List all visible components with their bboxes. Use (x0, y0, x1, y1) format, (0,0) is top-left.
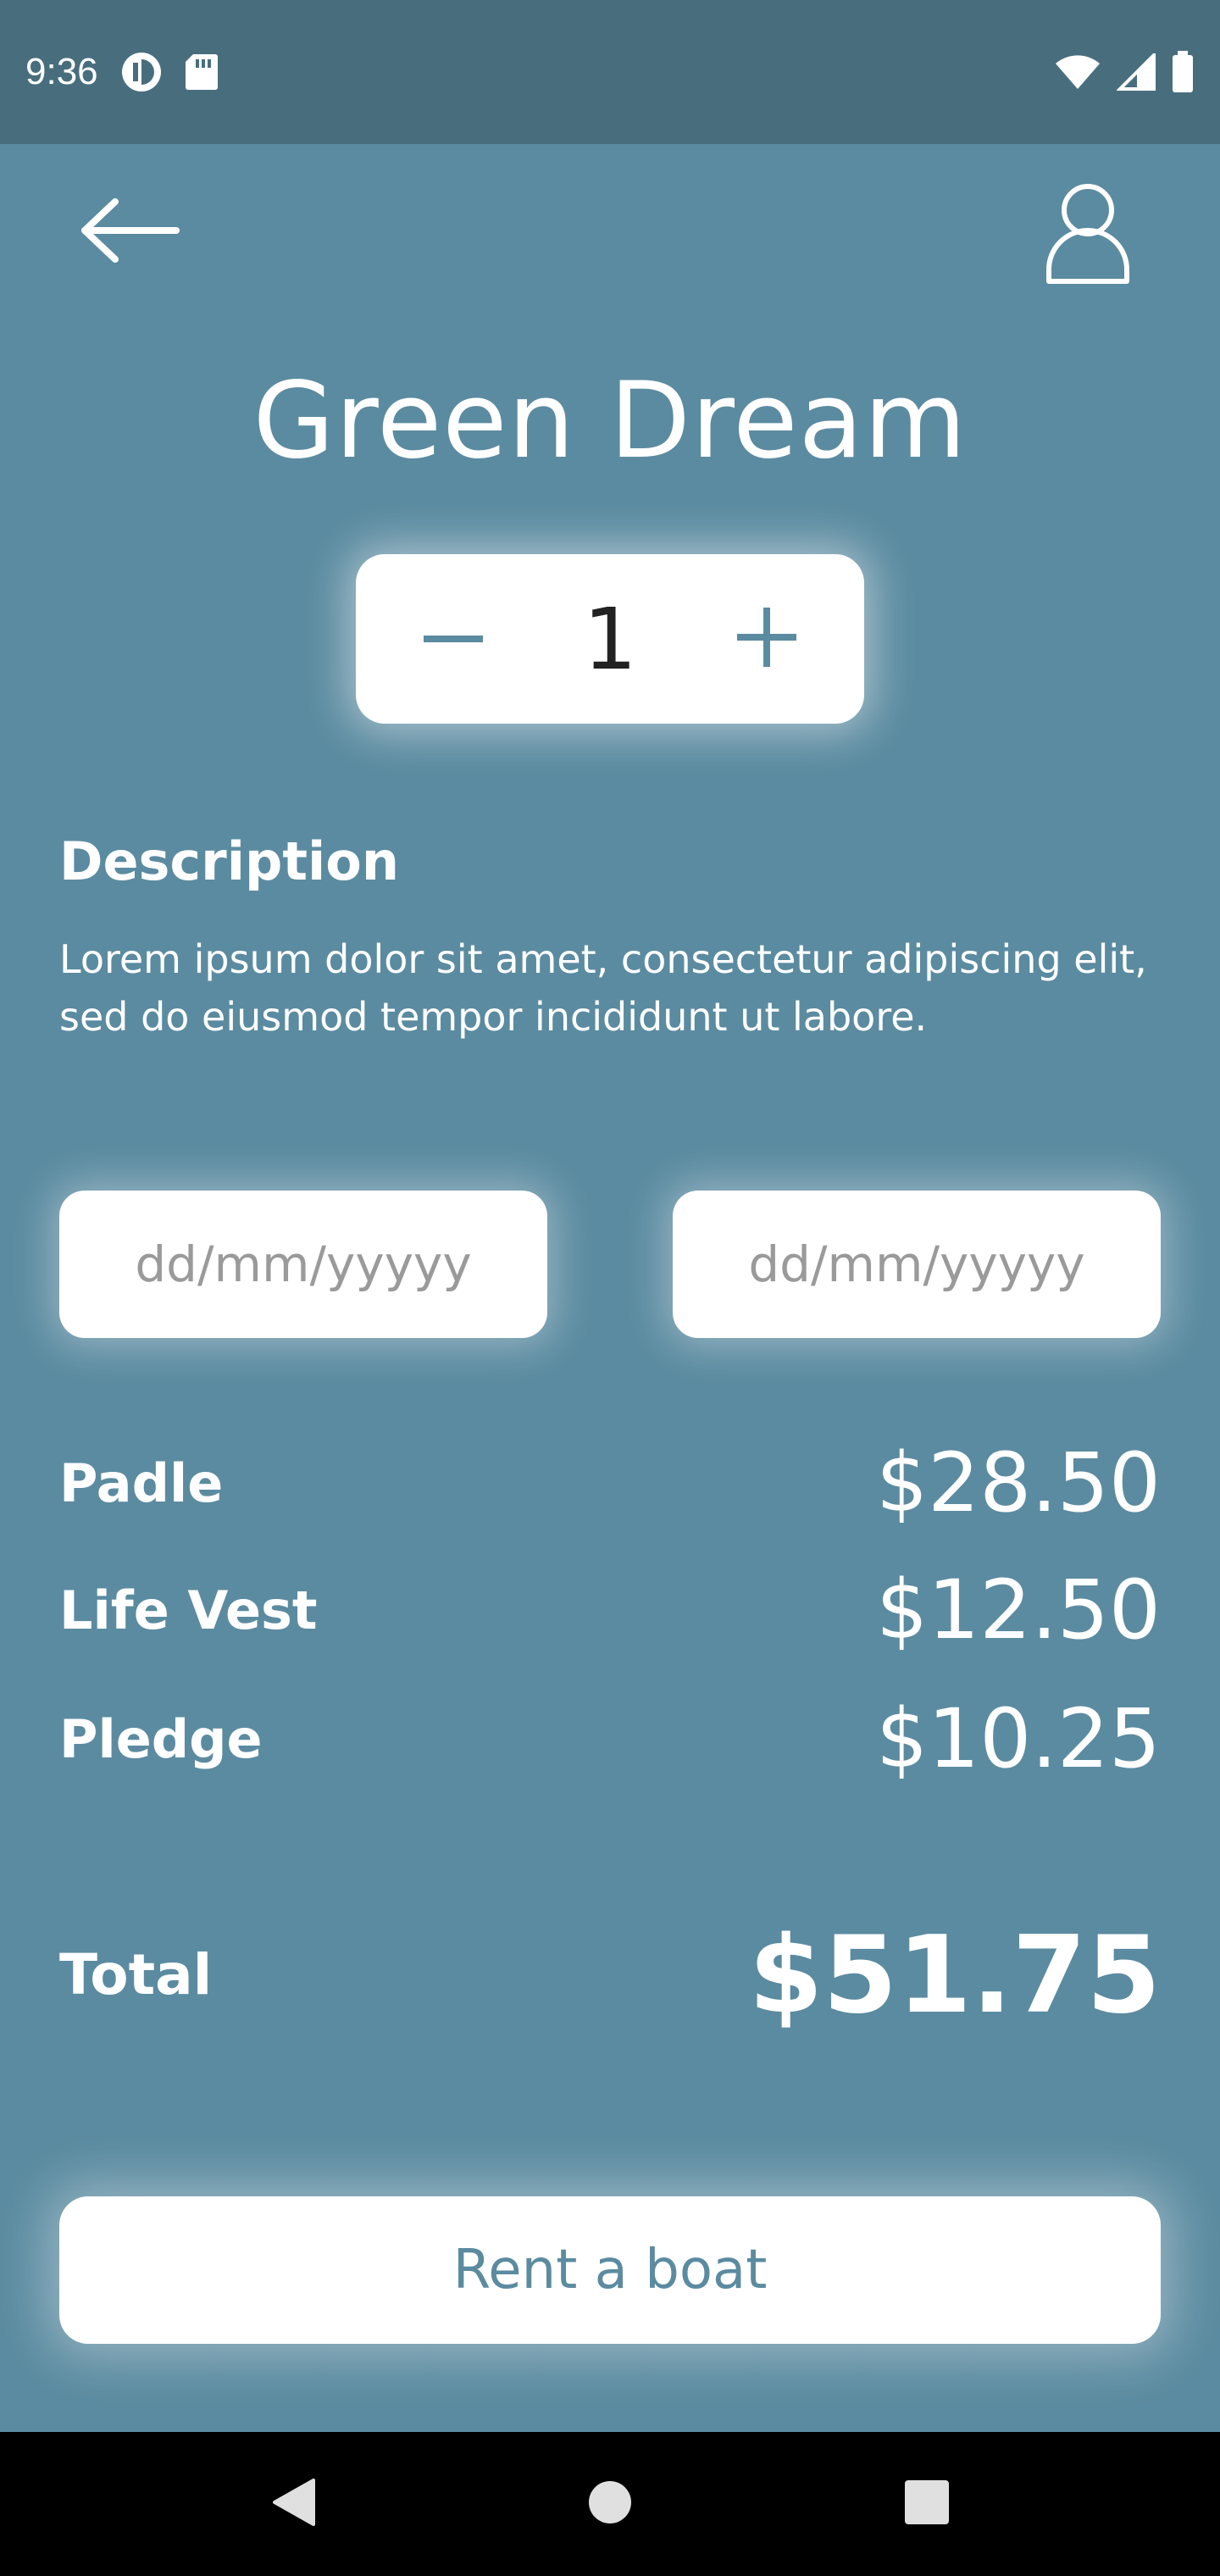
quantity-stepper: 1 (356, 554, 864, 724)
status-right (1054, 51, 1195, 93)
plus-icon (737, 608, 796, 670)
rent-boat-button[interactable]: Rent a boat (59, 2196, 1161, 2344)
navigation-bar (0, 2432, 1220, 2576)
wifi-icon (1054, 53, 1101, 91)
back-triangle-icon (269, 2477, 317, 2531)
price-label: Life Vest (59, 1579, 318, 1641)
price-value: $28.50 (876, 1435, 1161, 1530)
sd-card-icon (185, 53, 219, 92)
start-date-input[interactable] (59, 1191, 547, 1338)
back-button[interactable] (78, 197, 183, 264)
status-time: 9:36 (25, 51, 98, 92)
price-value: $10.25 (876, 1691, 1161, 1786)
price-row-padle: Padle $28.50 (59, 1432, 1161, 1534)
minus-icon (424, 631, 483, 647)
total-row: Total $51.75 (59, 1898, 1161, 2051)
arrow-left-icon (78, 198, 183, 268)
status-left: 9:36 (25, 51, 219, 93)
quantity-value: 1 (583, 589, 637, 689)
total-label: Total (59, 1941, 213, 2007)
user-icon (1044, 184, 1132, 290)
price-row-pledge: Pledge $10.25 (59, 1688, 1161, 1790)
price-label: Pledge (59, 1707, 263, 1770)
recents-square-icon (904, 2479, 950, 2529)
price-label: Padle (59, 1452, 224, 1514)
price-row-life-vest: Life Vest $12.50 (59, 1559, 1161, 1661)
privacy-dot-icon (120, 51, 163, 93)
battery-icon (1171, 51, 1195, 93)
nav-back-button[interactable] (259, 2470, 327, 2538)
nav-recents-button[interactable] (893, 2470, 961, 2538)
rental-screen: Green Dream 1 Description Lorem ipsum do… (0, 144, 1220, 2432)
cell-signal-icon (1117, 53, 1156, 91)
description-heading: Description (59, 830, 400, 892)
profile-button[interactable] (1044, 181, 1132, 286)
end-date-input[interactable] (673, 1191, 1161, 1338)
nav-home-button[interactable] (576, 2470, 644, 2538)
price-value: $12.50 (876, 1563, 1161, 1657)
home-circle-icon (587, 2479, 633, 2529)
page-title: Green Dream (252, 360, 968, 482)
description-text: Lorem ipsum dolor sit amet, consectetur … (59, 936, 1147, 1040)
total-value: $51.75 (748, 1912, 1161, 2037)
status-bar: 9:36 (0, 0, 1220, 144)
increment-button[interactable] (720, 592, 813, 686)
decrement-button[interactable] (407, 592, 500, 686)
